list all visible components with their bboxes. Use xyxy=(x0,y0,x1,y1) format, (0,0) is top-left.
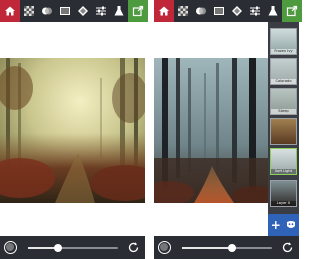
filter-button[interactable] xyxy=(264,0,282,22)
left-screen xyxy=(0,0,148,259)
image-icon xyxy=(60,7,70,15)
refresh-icon xyxy=(128,242,139,253)
slider-thumb[interactable] xyxy=(227,244,236,252)
home-icon xyxy=(5,6,15,16)
effects-button[interactable] xyxy=(228,0,246,22)
export-button[interactable] xyxy=(282,0,302,22)
layer-thumbnail[interactable]: Colorado xyxy=(270,58,297,85)
blend-button[interactable] xyxy=(192,0,210,22)
blend-button[interactable] xyxy=(38,0,56,22)
layer-thumbnail-selected[interactable]: Soft Light xyxy=(270,148,297,175)
layer-thumbnail[interactable]: Frozen Ivy xyxy=(270,28,297,55)
add-layer-button[interactable]: + xyxy=(271,219,281,231)
export-icon xyxy=(286,5,298,17)
slider-thumb[interactable] xyxy=(53,244,62,252)
adjust-button[interactable] xyxy=(92,0,110,22)
right-screen: Frozen Ivy Colorado Steep Soft Light Lay… xyxy=(154,0,302,259)
layer-label: Frozen Ivy xyxy=(271,49,296,54)
layer-thumbnail[interactable]: Layer 0 xyxy=(270,180,297,207)
layer-thumbnail[interactable] xyxy=(270,118,297,145)
foggy-forest-photo xyxy=(0,58,145,203)
home-button[interactable] xyxy=(0,0,20,22)
top-toolbar xyxy=(0,0,148,22)
top-toolbar xyxy=(154,0,302,22)
checkerboard-icon xyxy=(24,6,34,16)
layer-thumbnail[interactable]: Steep xyxy=(270,88,297,115)
blend-icon xyxy=(196,7,206,15)
flask-icon xyxy=(114,6,124,16)
layers-footer: + xyxy=(268,214,299,236)
image-button[interactable] xyxy=(210,0,228,22)
checkerboard-icon xyxy=(178,6,188,16)
export-icon xyxy=(132,5,144,17)
sliders-icon xyxy=(96,6,106,16)
diamond-icon xyxy=(232,6,242,16)
layers-panel: Frozen Ivy Colorado Steep Soft Light Lay… xyxy=(268,22,299,236)
adjust-button[interactable] xyxy=(246,0,264,22)
export-button[interactable] xyxy=(128,0,148,22)
bottom-bar xyxy=(0,236,145,259)
slider-fill xyxy=(182,247,232,249)
blend-icon xyxy=(42,7,52,15)
blend-mode-button[interactable] xyxy=(4,241,17,254)
layer-label: Layer 0 xyxy=(271,201,296,206)
bottom-bar xyxy=(154,236,299,259)
layer-label: Soft Light xyxy=(271,169,296,174)
layer-label: Colorado xyxy=(271,79,296,84)
layer-label: Steep xyxy=(271,109,296,114)
blend-mode-button[interactable] xyxy=(158,241,171,254)
home-icon xyxy=(159,6,169,16)
reset-button[interactable] xyxy=(281,241,294,254)
filter-button[interactable] xyxy=(110,0,128,22)
image-button[interactable] xyxy=(56,0,74,22)
reset-button[interactable] xyxy=(127,241,140,254)
transparency-button[interactable] xyxy=(174,0,192,22)
dark-forest-photo xyxy=(154,58,268,203)
refresh-icon xyxy=(282,242,293,253)
sliders-icon xyxy=(250,6,260,16)
diamond-icon xyxy=(78,6,88,16)
home-button[interactable] xyxy=(154,0,174,22)
opacity-slider[interactable] xyxy=(182,244,272,252)
image-icon xyxy=(214,7,224,15)
opacity-slider[interactable] xyxy=(28,244,118,252)
effects-button[interactable] xyxy=(74,0,92,22)
mask-icon[interactable] xyxy=(286,220,296,230)
screenshot: Frozen Ivy Colorado Steep Soft Light Lay… xyxy=(0,0,302,259)
transparency-button[interactable] xyxy=(20,0,38,22)
flask-icon xyxy=(268,6,278,16)
